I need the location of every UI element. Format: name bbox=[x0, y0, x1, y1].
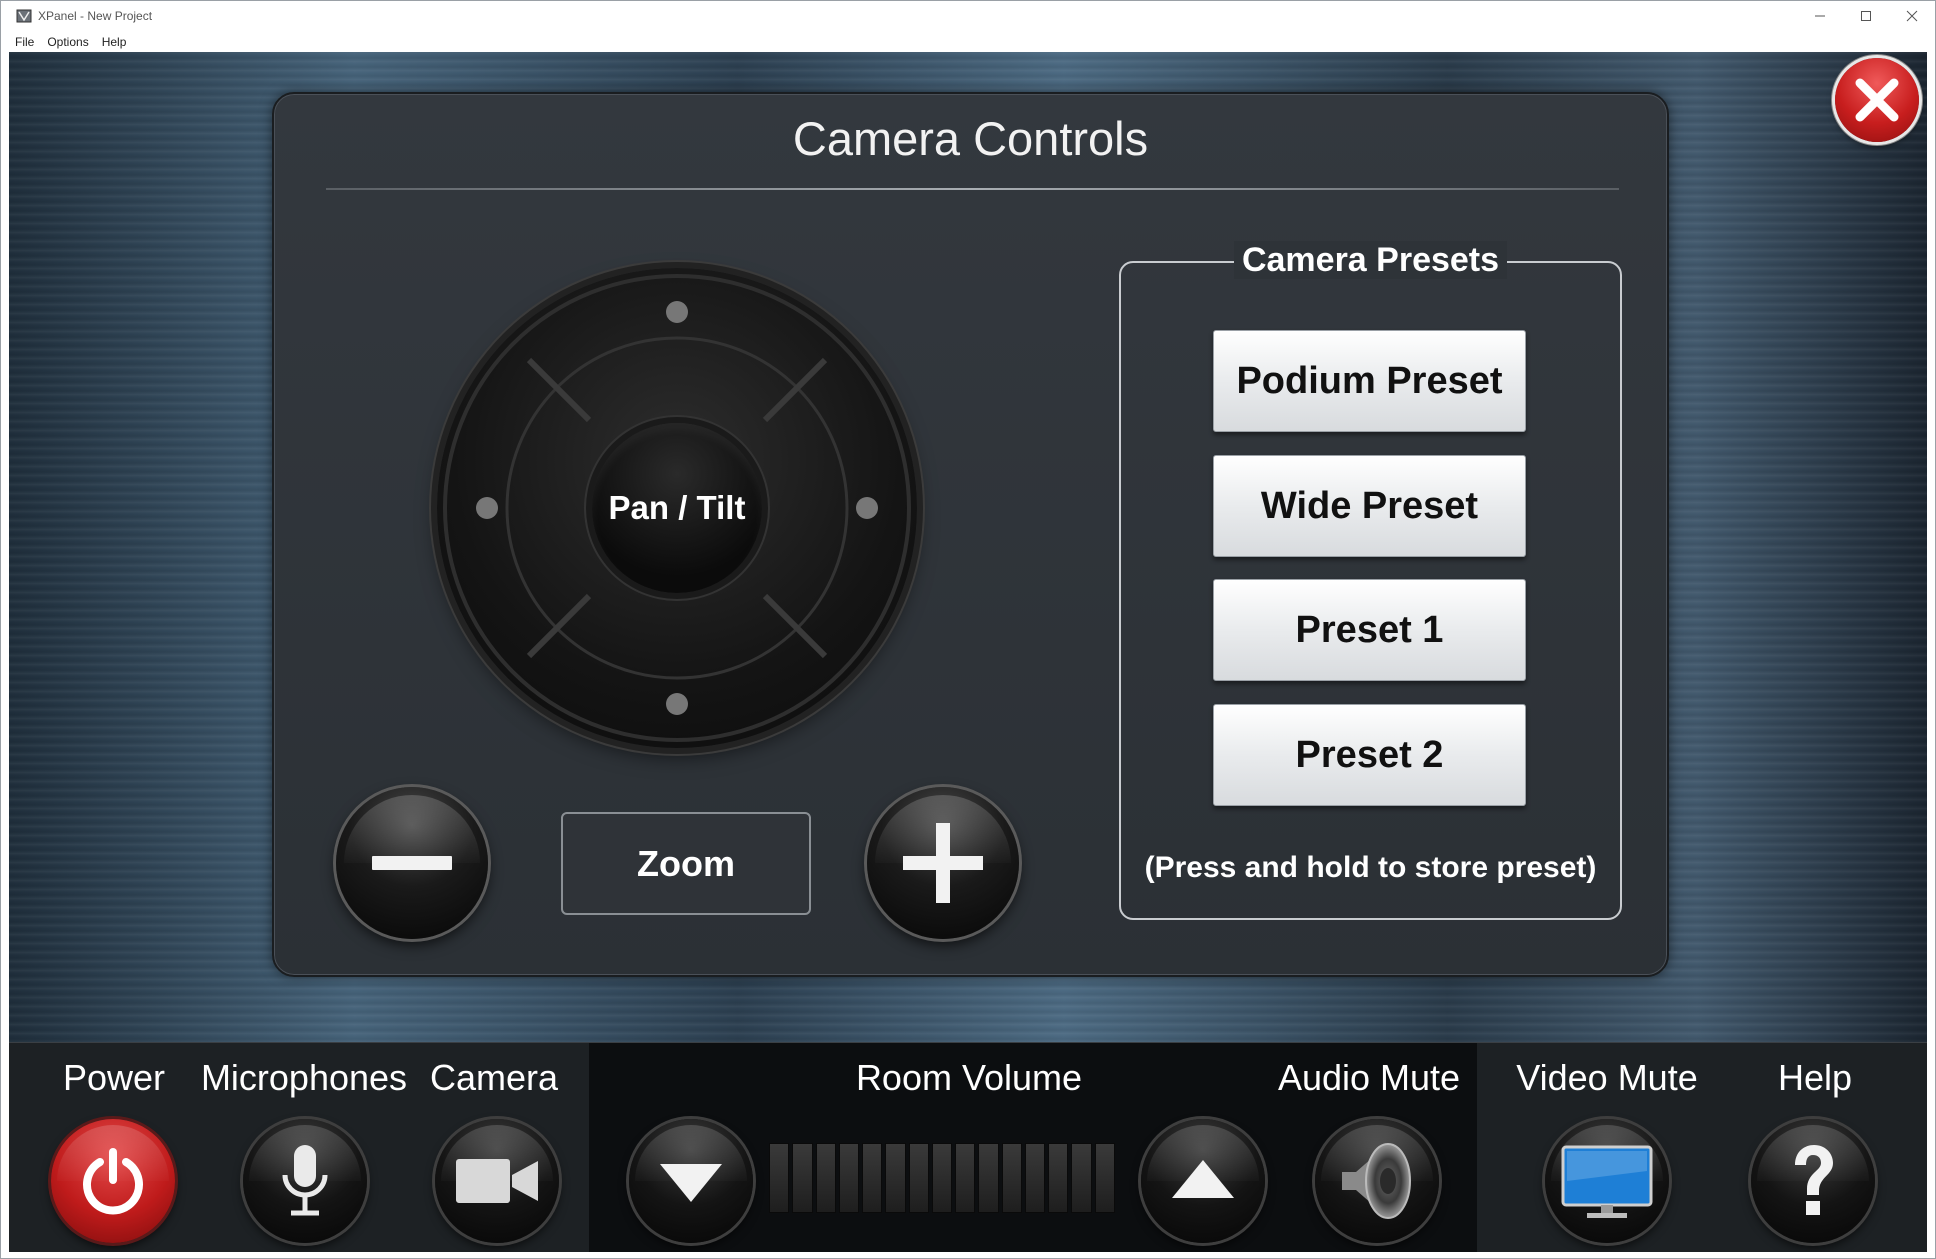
volume-segment bbox=[862, 1143, 883, 1213]
preset-store-hint: (Press and hold to store preset) bbox=[1144, 851, 1597, 884]
volume-segment bbox=[1024, 1143, 1046, 1213]
podium-preset-button[interactable]: Podium Preset bbox=[1213, 330, 1526, 432]
close-panel-button[interactable] bbox=[1835, 58, 1919, 142]
microphone-icon bbox=[282, 1145, 328, 1216]
triangle-up-icon bbox=[1172, 1160, 1234, 1198]
volume-segment bbox=[955, 1143, 976, 1213]
zoom-out-button[interactable] bbox=[336, 787, 488, 939]
volume-segment bbox=[931, 1143, 953, 1213]
maximize-button[interactable] bbox=[1843, 1, 1889, 31]
video-camera-icon bbox=[456, 1159, 538, 1203]
presets-legend: Camera Presets bbox=[1121, 241, 1620, 280]
zoom-label-box: Zoom bbox=[561, 812, 811, 915]
plus-icon bbox=[903, 823, 983, 903]
title-divider bbox=[326, 188, 1619, 190]
power-icon bbox=[83, 1148, 143, 1215]
window-controls bbox=[1797, 1, 1935, 31]
volume-segment bbox=[1001, 1143, 1022, 1213]
camera-label: Camera bbox=[429, 1057, 559, 1098]
volume-down-button[interactable] bbox=[629, 1119, 753, 1243]
camera-controls-card: Camera Controls Pan / Tilt Zoom Camera P… bbox=[272, 92, 1669, 977]
volume-segment bbox=[1071, 1143, 1092, 1213]
window-title: XPanel - New Project bbox=[38, 9, 153, 23]
volume-segment bbox=[769, 1143, 790, 1213]
video-mute-label: Video Mute bbox=[1516, 1057, 1698, 1098]
audio-mute-button[interactable] bbox=[1315, 1119, 1439, 1243]
microphones-label: Microphones bbox=[200, 1057, 408, 1098]
display-section: Video Mute Help bbox=[1477, 1043, 1927, 1252]
monitor-icon bbox=[1561, 1145, 1653, 1218]
xpanel-window: XPanel - New Project File Options Help C… bbox=[0, 0, 1936, 1259]
triangle-down-icon bbox=[660, 1164, 722, 1202]
menu-options[interactable]: Options bbox=[47, 35, 88, 49]
power-label: Power bbox=[62, 1057, 166, 1098]
help-label: Help bbox=[1777, 1057, 1853, 1098]
camera-presets-group: Camera Presets Podium Preset Wide Preset… bbox=[1119, 241, 1622, 920]
minimize-icon bbox=[1815, 15, 1825, 17]
close-icon bbox=[1855, 78, 1899, 122]
volume-segment bbox=[885, 1143, 906, 1213]
title-bar: XPanel - New Project bbox=[1, 1, 1935, 31]
zoom-in-button[interactable] bbox=[867, 787, 1019, 939]
volume-up-button[interactable] bbox=[1141, 1119, 1265, 1243]
menu-help[interactable]: Help bbox=[102, 35, 127, 49]
question-mark-icon bbox=[1795, 1145, 1833, 1215]
volume-segment bbox=[1048, 1143, 1069, 1213]
camera-button[interactable] bbox=[435, 1119, 559, 1243]
zoom-label: Zoom bbox=[637, 842, 735, 884]
source-section: Power Microphones Camera bbox=[9, 1043, 589, 1252]
volume-segment bbox=[838, 1143, 860, 1213]
microphones-button[interactable] bbox=[243, 1119, 367, 1243]
power-button[interactable] bbox=[51, 1119, 175, 1243]
pan-tilt-label-wrap: Pan / Tilt bbox=[437, 268, 917, 748]
volume-segment bbox=[1094, 1143, 1115, 1213]
xpanel-app-icon bbox=[16, 9, 32, 23]
maximize-icon bbox=[1861, 11, 1871, 21]
volume-level-bar[interactable] bbox=[769, 1143, 1115, 1213]
audio-section: Room Volume Audio Mute bbox=[589, 1043, 1477, 1252]
pan-tilt-dpad: Pan / Tilt bbox=[437, 268, 917, 748]
preset-1-button[interactable]: Preset 1 bbox=[1213, 579, 1526, 681]
help-button[interactable] bbox=[1751, 1119, 1875, 1243]
speaker-icon bbox=[1342, 1143, 1411, 1219]
audio-mute-label: Audio Mute bbox=[1277, 1057, 1461, 1098]
room-volume-label: Room Volume bbox=[855, 1057, 1083, 1098]
video-mute-button[interactable] bbox=[1545, 1119, 1669, 1243]
menu-file[interactable]: File bbox=[15, 35, 34, 49]
volume-segment bbox=[908, 1143, 929, 1213]
volume-segment bbox=[815, 1143, 836, 1213]
minimize-button[interactable] bbox=[1797, 1, 1843, 31]
volume-segment bbox=[792, 1143, 813, 1213]
touch-panel: Camera Controls Pan / Tilt Zoom Camera P… bbox=[9, 52, 1927, 1252]
volume-segment bbox=[978, 1143, 999, 1213]
presets-title: Camera Presets bbox=[1233, 241, 1508, 279]
close-icon bbox=[1906, 10, 1918, 22]
pan-tilt-label: Pan / Tilt bbox=[608, 489, 746, 526]
bottom-nav-bar: Power Microphones Camera Room Volume Aud… bbox=[9, 1042, 1927, 1252]
minus-icon bbox=[372, 856, 452, 870]
wide-preset-button[interactable]: Wide Preset bbox=[1213, 455, 1526, 557]
page-title: Camera Controls bbox=[792, 112, 1149, 165]
menu-bar: File Options Help bbox=[1, 31, 1935, 52]
preset-2-button[interactable]: Preset 2 bbox=[1213, 704, 1526, 806]
window-close-button[interactable] bbox=[1889, 1, 1935, 31]
